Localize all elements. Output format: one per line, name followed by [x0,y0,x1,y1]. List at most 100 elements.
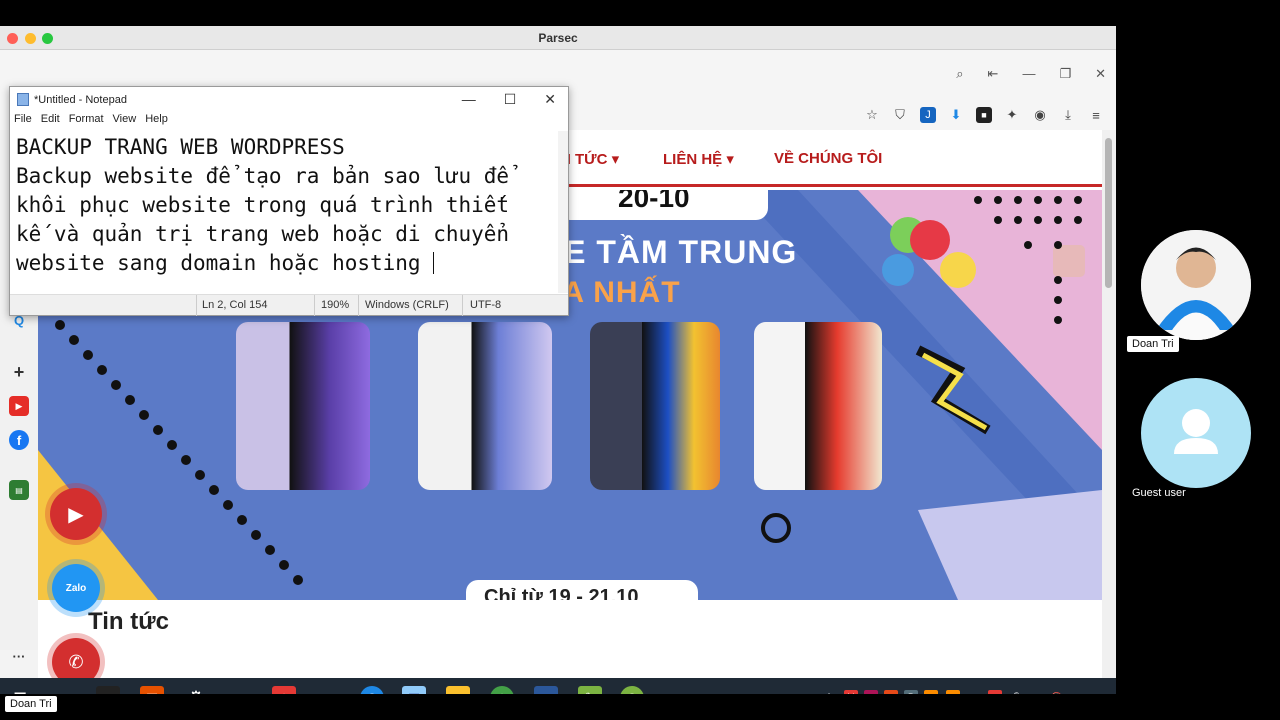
notepad-title: *Untitled - Notepad [34,94,127,106]
notepad-window[interactable]: *Untitled - Notepad — ☐ ✕ File Edit Form… [9,86,569,316]
nav-contact[interactable]: LIÊN HỆ ▾ [663,150,734,168]
facebook-icon[interactable]: f [9,430,29,450]
phone-mi-11-lite [418,322,552,490]
menu-icon[interactable]: ≡ [1088,107,1104,123]
windows-taskbar: ⊞ ⌕ ● ▣ ⚙ ☁ ◆ p ◎ ▤ ▭ ◈ W ✎ ◉ ⌃ V ◆ ● P [0,678,1116,694]
balloon-red [910,220,950,260]
status-separator [314,295,315,316]
windows-start-icon[interactable]: ⊞ [8,686,32,694]
screen-search-icon[interactable]: ⌕ [956,66,963,82]
menu-format[interactable]: Format [69,113,104,131]
search-icon[interactable]: ⌕ [52,686,76,695]
text-line: Backup website để tạo ra bản sao lưu để [16,164,510,188]
file-explorer-icon[interactable]: ▭ [446,686,470,694]
green-app-icon[interactable]: ◈ [490,686,514,694]
menu-view[interactable]: View [113,113,137,131]
notepad-scrollbar[interactable] [558,131,568,293]
phone-poco-x3-pro [590,322,720,490]
browser-extensions: ☆ ⛉ J ⬇ ■ ✦ ◉ ⤓ ≡ [864,104,1104,126]
status-zoom: 190% [321,299,350,311]
page-scrollbar-thumb[interactable] [1105,138,1112,288]
close-icon[interactable]: ✕ [1095,66,1106,82]
extension-j-icon[interactable]: J [920,107,936,123]
account-icon[interactable]: ◉ [1032,107,1048,123]
status-separator [358,295,359,316]
notepad-titlebar[interactable]: *Untitled - Notepad — ☐ ✕ [10,87,568,113]
status-encoding: UTF-8 [470,299,502,311]
guest-user-icon [1174,409,1218,454]
tray-microphone-icon[interactable]: 🎙 [1010,690,1024,695]
nav-about[interactable]: VỀ CHÚNG TÔI [774,150,882,167]
notepad-minimize-icon[interactable]: — [462,91,476,108]
notepad-text-area[interactable]: BACKUP TRANG WEB WORDPRESS Backup website… [16,133,556,293]
restore-icon[interactable]: ❐ [1059,66,1071,82]
bookmark-star-icon[interactable]: ☆ [864,107,880,123]
back-icon[interactable]: ⇤ [988,66,999,82]
phone-icon: ✆ [68,651,84,672]
balloon-yellow [940,252,976,288]
notepad-taskbar-icon[interactable]: ▤ [402,686,426,694]
participant-name-doan-tri: Doan Tri [1127,336,1179,352]
p-app-icon[interactable]: p [316,686,340,695]
tray-app-icon[interactable]: P [904,690,918,694]
menu-file[interactable]: File [14,113,32,131]
browser-taskbar-icon[interactable]: ◎ [360,686,384,694]
phone-galaxy-a52 [236,322,370,490]
shield-icon[interactable]: ⛉ [892,107,908,123]
screen-recorder-icon[interactable]: ● [96,686,120,694]
balloon-blue [882,254,914,286]
notepad-close-icon[interactable]: ✕ [544,91,556,108]
green-circle-app-icon[interactable]: ◉ [620,686,644,694]
menu-help[interactable]: Help [145,113,168,131]
download-arrow-icon[interactable]: ⬇ [948,107,964,123]
parsec-titlebar: Parsec [0,26,1116,50]
corner-badge [1053,245,1085,277]
cloud-icon[interactable]: ☁ [228,686,252,694]
menu-edit[interactable]: Edit [41,113,60,131]
participant-avatar-guest[interactable] [1141,378,1251,488]
zalo-float-button[interactable]: Zalo [52,564,100,612]
word-icon[interactable]: W [534,686,558,694]
add-icon[interactable]: + [9,362,29,382]
tray-display-icon[interactable]: ▭ [1030,690,1044,695]
notepad-maximize-icon[interactable]: ☐ [504,91,517,108]
settings-gear-icon[interactable]: ⚙ [184,686,208,694]
participant-name-guest: Guest user [1132,487,1186,499]
tray-app-icon[interactable]: ▣ [946,690,960,694]
call-float-button[interactable]: ✆ [52,638,100,678]
banner-lilac-shape [918,490,1102,600]
youtube-icon[interactable]: ▶ [9,396,29,416]
minimize-icon[interactable]: — [1022,66,1035,82]
text-line: khôi phục website trong quá trình thiết [16,193,510,217]
tray-app-icon[interactable]: ● [884,690,898,694]
notification-center-icon[interactable]: ☰4 [1080,690,1098,695]
tray-volume-icon[interactable]: 🔇 [1050,690,1064,695]
tray-v-icon[interactable]: V [844,690,858,694]
tray-chevron-icon[interactable]: ⌃ [822,690,836,695]
anydesk-icon[interactable]: ◆ [272,686,296,694]
active-app-icon[interactable]: ▣ [140,686,164,694]
status-separator [462,295,463,316]
banner-heading-1: NE TẦM TRUNG [540,234,798,270]
tray-app-icon[interactable]: ◆ [864,690,878,694]
notepadpp-icon[interactable]: ✎ [578,686,602,694]
parsec-title: Parsec [538,31,578,45]
puzzle-icon[interactable]: ✦ [1004,107,1020,123]
zalo-icon: Zalo [65,582,87,594]
status-separator [196,295,197,316]
person-photo [1141,230,1251,340]
youtube-float-button[interactable]: ▶ [50,488,102,540]
tray-network-icon[interactable]: ⁘ [968,690,982,695]
tray-app-icon[interactable]: ▣ [924,690,938,694]
more-icon[interactable]: ··· [9,646,29,666]
participant-avatar-doan-tri[interactable] [1141,230,1251,340]
tray-recorder-icon[interactable]: ● [988,690,1002,694]
downloads-icon[interactable]: ⤓ [1060,107,1076,123]
news-heading: Tin tức [88,608,169,635]
page-scrollbar[interactable] [1102,130,1116,678]
extension-tile-icon[interactable]: ■ [976,107,992,123]
app-icon[interactable]: ▤ [9,480,29,500]
guest-body [1174,438,1218,454]
phone-galaxy-a02s [754,322,882,490]
parsec-window: Parsec ⌕ ⇤ — ❐ ✕ ☆ ⛉ J ⬇ ■ ✦ ◉ ⤓ ≡ Q + ▶… [0,26,1116,694]
